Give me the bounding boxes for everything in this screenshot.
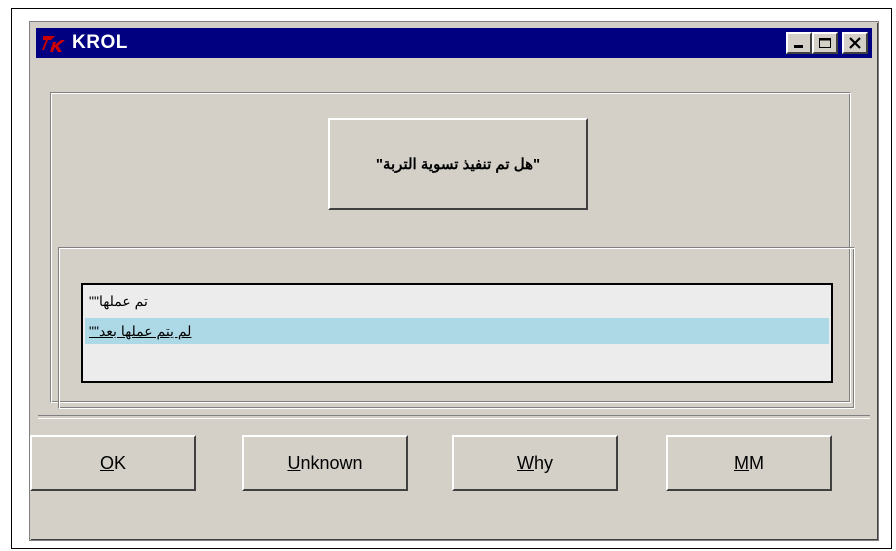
maximize-icon [819,38,831,48]
mm-label-rest: M [749,452,764,473]
title-bar[interactable]: KROL [36,28,872,58]
unknown-label-rest: nknown [300,452,363,473]
minimize-icon [794,45,803,48]
question-label: "هل تم تنفيذ تسوية التربة" [328,118,588,210]
list-item-label: لم يتم عملها بعد"" [89,322,192,339]
why-mnemonic: W [516,452,534,473]
unknown-button[interactable]: Unknown [242,435,408,491]
why-label-rest: hy [533,452,553,473]
list-item[interactable]: تم عملها"" [85,288,829,314]
list-item-label: تم عملها"" [89,292,148,309]
unknown-mnemonic: U [287,452,301,473]
question-text: "هل تم تنفيذ تسوية التربة" [375,156,541,173]
close-icon [849,37,861,49]
close-button[interactable] [842,32,868,54]
divider [38,415,870,419]
ok-button[interactable]: OK [30,435,196,491]
window-controls [786,32,868,54]
why-button[interactable]: Why [452,435,618,491]
ok-mnemonic: O [99,452,114,473]
maximize-button[interactable] [812,32,838,54]
ok-label-rest: K [114,452,127,473]
mm-button[interactable]: MM [666,435,832,491]
answers-listbox[interactable]: تم عملها"" لم يتم عملها بعد"" [81,283,833,383]
window-title: KROL [72,32,128,53]
mm-mnemonic: M [734,452,749,473]
tk-feather-icon [40,31,70,55]
list-item-selected[interactable]: لم يتم عملها بعد"" [85,318,829,344]
minimize-button[interactable] [786,32,812,54]
screen: KROL "هل تم تنفيذ تسوية التربة" تم عملها… [0,0,896,551]
